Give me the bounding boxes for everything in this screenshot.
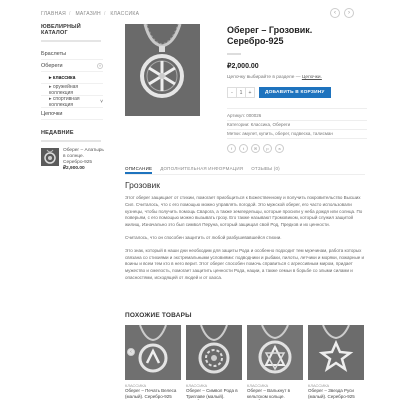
twitter-icon[interactable]: t bbox=[239, 144, 248, 153]
sidebar-item-label: Цепочки bbox=[41, 110, 63, 117]
qty-minus-button[interactable]: - bbox=[228, 88, 236, 97]
breadcrumb: ГЛАВНАЯ / МАГАЗИН / КЛАССИКА bbox=[41, 11, 140, 17]
related-product-name[interactable]: Оберег – Символ Рода в Триглаве (малый).… bbox=[186, 388, 242, 400]
carousel-prev-button[interactable]: ‹ bbox=[127, 348, 135, 356]
related-product-card[interactable]: КЛАССИКА Оберег – Печать Велеса (малый).… bbox=[125, 325, 181, 400]
recent-product-thumbnail[interactable] bbox=[41, 148, 59, 166]
product-nav: ‹ › bbox=[330, 8, 354, 18]
product-price: ₽2,000.00 bbox=[227, 63, 259, 70]
pinterest-icon[interactable]: p bbox=[263, 144, 272, 153]
sidebar-item-label: ▸ спортивная коллекция bbox=[49, 95, 80, 108]
sidebar-item-sport-collection[interactable]: ▸ спортивная коллекция ˅ bbox=[41, 96, 103, 108]
recent-product-price: ₽2,900.00 bbox=[63, 166, 85, 171]
related-product-card[interactable]: КЛАССИКА Оберег – Символ Рода в Триглаве… bbox=[186, 325, 242, 400]
product-tabs: ОПИСАНИЕ ДОПОЛНИТЕЛЬНАЯ ИНФОРМАЦИЯ ОТЗЫВ… bbox=[125, 166, 365, 175]
sidebar-item-label: ▸ классика bbox=[49, 74, 76, 81]
share-buttons: f t ✉ p в bbox=[227, 144, 367, 153]
recent-product-info: Оберег – Алатырь в солнце. Серебро-925 ₽… bbox=[63, 148, 107, 172]
tab-description[interactable]: ОПИСАНИЕ bbox=[125, 166, 153, 174]
chain-note: Цепочку выбирайте в разделе — Цепочки. bbox=[227, 75, 367, 80]
chevron-up-icon[interactable]: ˄ bbox=[97, 62, 103, 69]
vk-icon[interactable]: в bbox=[275, 144, 284, 153]
sidebar-item-classic[interactable]: ▸ классика bbox=[41, 72, 103, 84]
add-to-cart-button[interactable]: ДОБАВИТЬ В КОРЗИНУ bbox=[259, 87, 331, 98]
sidebar: ЮВЕЛИРНЫЙ КАТАЛОГ Браслеты Обереги ˄ ▸ к… bbox=[41, 24, 111, 172]
product-categories[interactable]: Категории: Классика, Обереги bbox=[227, 121, 367, 130]
related-products: КЛАССИКА Оберег – Печать Велеса (малый).… bbox=[125, 325, 364, 400]
sidebar-item-chains[interactable]: Цепочки bbox=[41, 108, 103, 120]
product-tags[interactable]: Метки: амулет, купить, оберег, подвеска,… bbox=[227, 130, 367, 139]
qty-input[interactable]: 1 bbox=[236, 88, 246, 97]
related-product-name[interactable]: Оберег – Печать Велеса (малый). Серебро-… bbox=[125, 388, 181, 399]
facebook-icon[interactable]: f bbox=[227, 144, 236, 153]
catalog-title: ЮВЕЛИРНЫЙ КАТАЛОГ bbox=[41, 24, 101, 42]
sidebar-item-weapon-collection[interactable]: ▸ оружейная коллекция bbox=[41, 84, 103, 96]
tab-reviews[interactable]: ОТЗЫВЫ (0) bbox=[251, 166, 280, 174]
sidebar-item-amulets[interactable]: Обереги ˄ bbox=[41, 60, 103, 72]
breadcrumb-category[interactable]: КЛАССИКА bbox=[110, 11, 139, 17]
tab-additional-info[interactable]: ДОПОЛНИТЕЛЬНАЯ ИНФОРМАЦИЯ bbox=[160, 166, 243, 174]
email-icon[interactable]: ✉ bbox=[251, 144, 260, 153]
chevron-down-icon[interactable]: ˅ bbox=[100, 99, 103, 105]
recent-title: НЕДАВНИЕ bbox=[41, 130, 101, 142]
product-meta: Артикул: 000026 Категории: Классика, Обе… bbox=[227, 108, 367, 139]
sidebar-item-label: ▸ оружейная коллекция bbox=[49, 83, 79, 96]
recent-product-name[interactable]: Оберег – Алатырь в солнце. Серебро-925 bbox=[63, 148, 107, 166]
breadcrumb-shop[interactable]: МАГАЗИН bbox=[75, 11, 100, 17]
breadcrumb-home[interactable]: ГЛАВНАЯ bbox=[41, 11, 66, 17]
recent-product[interactable]: Оберег – Алатырь в солнце. Серебро-925 ₽… bbox=[41, 148, 111, 172]
description-heading: Грозовик bbox=[125, 180, 160, 190]
related-product-image[interactable] bbox=[308, 325, 364, 380]
product-title: Оберег – Грозовик. Серебро-925 bbox=[227, 25, 313, 46]
chains-link[interactable]: Цепочки. bbox=[302, 75, 322, 80]
product-info: Оберег – Грозовик. Серебро-925 ₽2,000.00… bbox=[227, 25, 367, 153]
description-paragraph: Считалось, что он способен защитить от л… bbox=[125, 234, 282, 240]
related-title: ПОХОЖИЕ ТОВАРЫ bbox=[125, 312, 192, 319]
related-product-image[interactable] bbox=[186, 325, 242, 380]
chain-note-text: Цепочку выбирайте в разделе — bbox=[227, 75, 301, 80]
chevron-left-icon: ‹ bbox=[130, 349, 132, 355]
next-product-button[interactable]: › bbox=[344, 8, 354, 18]
qty-plus-button[interactable]: + bbox=[246, 88, 254, 97]
related-product-card[interactable]: КЛАССИКА Оберег – Звезда Руси (малый). С… bbox=[308, 325, 364, 400]
quantity-stepper: - 1 + bbox=[227, 87, 255, 98]
prev-product-button[interactable]: ‹ bbox=[330, 8, 340, 18]
description-paragraph: Это знак, который в наши дни необходим д… bbox=[125, 247, 364, 280]
product-description: Грозовик Этот оберег защищает от стихии,… bbox=[125, 180, 365, 288]
sidebar-item-label: Браслеты bbox=[41, 50, 67, 57]
product-page: ГЛАВНАЯ / МАГАЗИН / КЛАССИКА ‹ › ЮВЕЛИРНЫЙ… bbox=[0, 0, 406, 400]
sidebar-item-bracelets[interactable]: Браслеты bbox=[41, 48, 103, 60]
related-product-card[interactable]: КЛАССИКА Оберег – Валькнут в кельтском к… bbox=[247, 325, 303, 400]
sidebar-item-label: Обереги bbox=[41, 62, 63, 69]
description-paragraph: Этот оберег защищает от стихии, помогает… bbox=[125, 195, 363, 228]
related-product-name[interactable]: Оберег – Звезда Руси (малый). Серебро-92… bbox=[308, 388, 364, 399]
chevron-right-icon: › bbox=[348, 10, 350, 16]
product-sku: Артикул: 000026 bbox=[227, 112, 367, 121]
product-main-image[interactable] bbox=[125, 24, 200, 116]
related-product-image[interactable] bbox=[247, 325, 303, 380]
title-divider bbox=[227, 53, 241, 55]
related-product-name[interactable]: Оберег – Валькнут в кельтском кольце. Се… bbox=[247, 388, 303, 400]
buy-row: - 1 + ДОБАВИТЬ В КОРЗИНУ bbox=[227, 87, 367, 98]
chevron-left-icon: ‹ bbox=[334, 10, 336, 16]
